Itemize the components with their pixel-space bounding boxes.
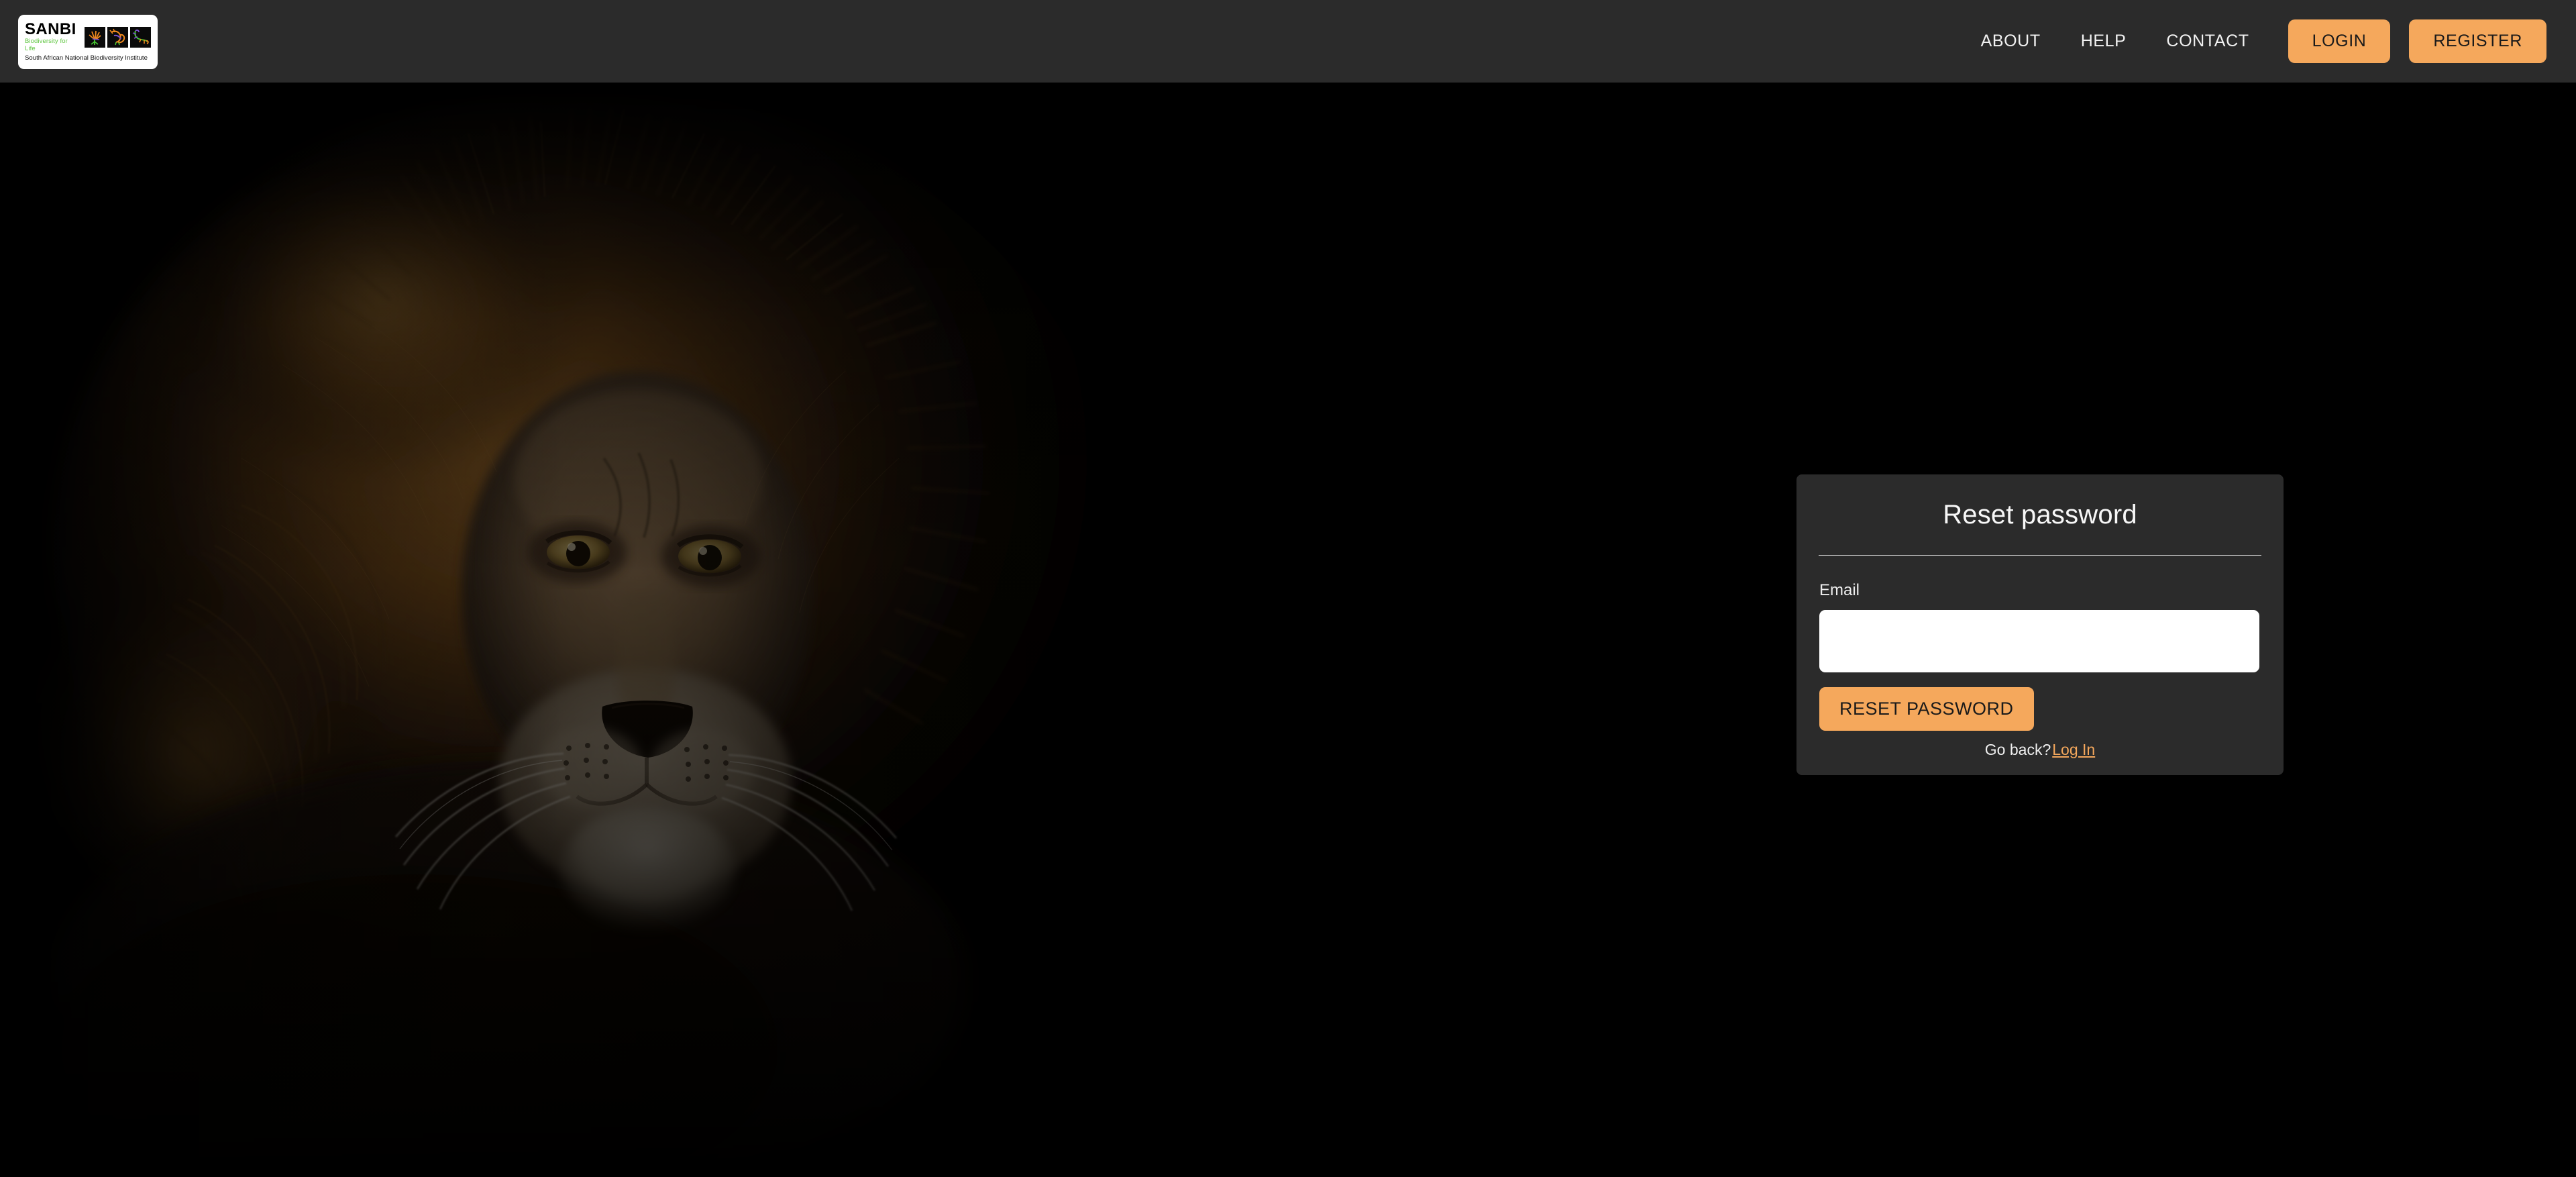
card-divider — [1819, 555, 2261, 556]
page-root: SANBI Biodiversity for Life South Africa… — [0, 0, 2576, 1177]
main-navigation: ABOUT HELP CONTACT LOGIN REGISTER — [1961, 0, 2546, 83]
email-field-label: Email — [1819, 581, 1860, 599]
go-back-row: Go back?Log In — [1796, 741, 2284, 759]
go-back-text: Go back? — [1984, 741, 2051, 758]
site-header: SANBI Biodiversity for Life South Africa… — [0, 0, 2576, 83]
logo-subtitle: South African National Biodiversity Inst… — [25, 54, 148, 62]
lion-portrait-image — [0, 83, 1348, 1177]
antelope-icon — [107, 26, 128, 48]
logo-tagline: Biodiversity for Life — [25, 38, 68, 52]
nav-link-about[interactable]: ABOUT — [1961, 32, 2061, 51]
log-in-link[interactable]: Log In — [2052, 741, 2095, 758]
card-title: Reset password — [1943, 500, 2137, 529]
register-button[interactable]: REGISTER — [2409, 19, 2546, 63]
login-button[interactable]: LOGIN — [2288, 19, 2391, 63]
nav-link-contact[interactable]: CONTACT — [2146, 32, 2269, 51]
reset-password-button[interactable]: RESET PASSWORD — [1819, 687, 2034, 731]
logo-wordmark: SANBI — [25, 20, 76, 38]
logo-icon-tiles — [85, 26, 151, 48]
reset-password-card: Reset password Email RESET PASSWORD Go b… — [1796, 474, 2284, 775]
email-input[interactable] — [1819, 610, 2259, 672]
sanbi-logo[interactable]: SANBI Biodiversity for Life South Africa… — [18, 15, 158, 69]
lizard-icon — [130, 26, 151, 48]
nav-link-help[interactable]: HELP — [2061, 32, 2147, 51]
strelitzia-flower-icon — [85, 26, 105, 48]
